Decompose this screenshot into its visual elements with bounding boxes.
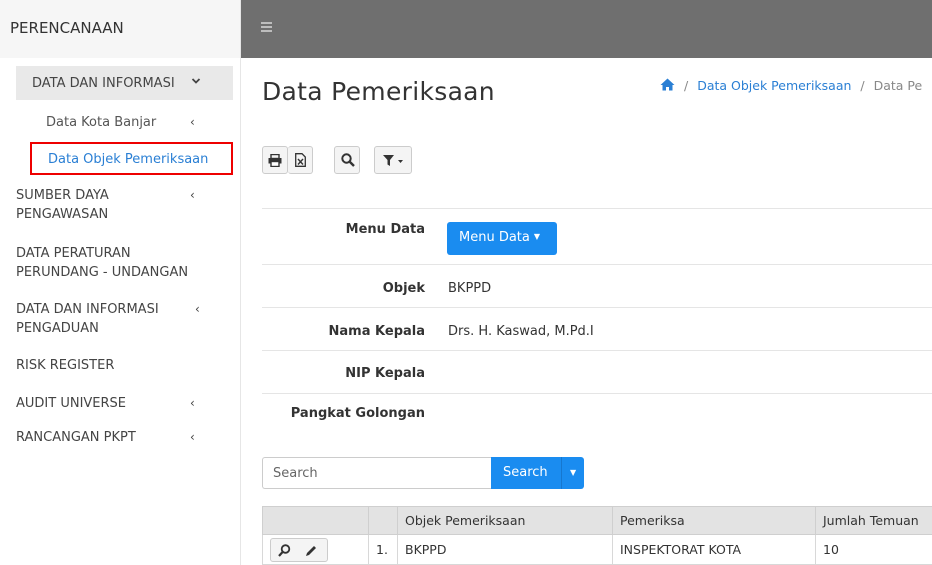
chevron-left-icon: ‹ bbox=[190, 430, 195, 444]
table-row: 1. BKPPD INSPEKTORAT KOTA 10 bbox=[262, 534, 932, 565]
sidebar-item-sumber-daya-pengawasan[interactable]: SUMBER DAYA PENGAWASAN ‹ bbox=[16, 186, 233, 224]
table-cell-pemeriksa: INSPEKTORAT KOTA bbox=[612, 534, 816, 565]
chevron-left-icon: ‹ bbox=[190, 188, 195, 202]
sidebar: PERENCANAAN DATA DAN INFORMASI Data Kota… bbox=[0, 0, 241, 565]
menu-data-button-label: Menu Data bbox=[459, 230, 530, 245]
chevron-left-icon: ‹ bbox=[195, 302, 200, 316]
export-excel-button[interactable] bbox=[288, 146, 313, 174]
sidebar-item-label: DATA DAN INFORMASI bbox=[32, 76, 175, 91]
row-action-buttons bbox=[270, 537, 328, 562]
sidebar-item-label: RANCANGAN PKPT bbox=[16, 430, 136, 445]
chevron-down-icon bbox=[191, 73, 201, 92]
sidebar-item-audit-universe[interactable]: AUDIT UNIVERSE ‹ bbox=[16, 394, 233, 413]
breadcrumb-separator: / bbox=[860, 78, 865, 93]
view-icon[interactable] bbox=[278, 543, 291, 557]
sidebar-brand: PERENCANAAN bbox=[0, 0, 240, 58]
table-header-row: Objek Pemeriksaan Pemeriksa Jumlah Temua… bbox=[262, 506, 932, 535]
table-cell-jumlah-temuan: 10 bbox=[815, 534, 932, 565]
sidebar-item-data-dan-informasi[interactable]: DATA DAN INFORMASI bbox=[16, 66, 233, 100]
sidebar-item-label: Data Objek Pemeriksaan bbox=[48, 152, 209, 167]
breadcrumb-separator: / bbox=[683, 78, 689, 93]
breadcrumb-current: Data Pe bbox=[873, 78, 923, 93]
page-title: Data Pemeriksaan bbox=[262, 77, 495, 106]
table-header-no bbox=[368, 506, 398, 535]
search-button[interactable]: Search bbox=[491, 457, 561, 489]
breadcrumb-link[interactable]: Data Objek Pemeriksaan bbox=[697, 78, 851, 93]
top-navbar bbox=[241, 0, 932, 58]
table-header-jumlah-temuan[interactable]: Jumlah Temuan bbox=[815, 506, 932, 535]
objek-label: Objek bbox=[382, 281, 425, 296]
excel-icon bbox=[295, 153, 306, 167]
menu-data-label: Menu Data bbox=[345, 222, 425, 237]
sidebar-item-label: DATA PERATURAN PERUNDANG - UNDANGAN bbox=[16, 246, 189, 280]
row-divider bbox=[262, 393, 932, 394]
sidebar-item-data-objek-pemeriksaan[interactable]: Data Objek Pemeriksaan bbox=[30, 142, 233, 175]
menu-data-button[interactable]: Menu Data ▼ bbox=[447, 222, 557, 255]
sidebar-item-label: Data Kota Banjar bbox=[46, 115, 157, 130]
caret-down-icon: ▼ bbox=[570, 468, 577, 477]
sidebar-item-label: RISK REGISTER bbox=[16, 358, 115, 373]
chevron-left-icon: ‹ bbox=[190, 396, 195, 410]
edit-icon[interactable] bbox=[305, 545, 317, 557]
row-divider bbox=[262, 264, 932, 265]
search-input[interactable] bbox=[262, 457, 491, 489]
table-cell-objek: BKPPD bbox=[397, 534, 613, 565]
sidebar-item-risk-register[interactable]: RISK REGISTER bbox=[16, 356, 233, 375]
sidebar-item-data-informasi-pengaduan[interactable]: DATA DAN INFORMASI PENGADUAN ‹ bbox=[16, 300, 233, 338]
caret-down-icon: ▼ bbox=[533, 232, 541, 241]
search-options-dropdown[interactable]: ▼ bbox=[561, 457, 584, 489]
table-cell-actions bbox=[262, 534, 369, 565]
table-header-actions bbox=[262, 506, 369, 535]
sidebar-item-label: DATA DAN INFORMASI PENGADUAN bbox=[16, 302, 159, 336]
print-button[interactable] bbox=[262, 146, 288, 174]
objek-value: BKPPD bbox=[448, 281, 492, 296]
table-cell-no: 1. bbox=[368, 534, 398, 565]
sidebar-item-data-kota-banjar[interactable]: Data Kota Banjar ‹ bbox=[16, 113, 233, 132]
filter-dropdown-button[interactable] bbox=[374, 146, 412, 174]
chevron-left-icon: ‹ bbox=[190, 115, 195, 129]
row-divider bbox=[262, 350, 932, 351]
filter-icon bbox=[383, 155, 403, 166]
print-icon bbox=[268, 154, 282, 167]
row-divider bbox=[262, 307, 932, 308]
sidebar-item-label: AUDIT UNIVERSE bbox=[16, 396, 127, 411]
sidebar-item-label: SUMBER DAYA PENGAWASAN bbox=[16, 188, 109, 222]
nama-kepala-label: Nama Kepala bbox=[328, 324, 425, 339]
breadcrumb: / Data Objek Pemeriksaan / Data Pe bbox=[660, 78, 922, 93]
nama-kepala-value: Drs. H. Kaswad, M.Pd.I bbox=[448, 324, 594, 339]
section-divider bbox=[262, 208, 932, 209]
sidebar-item-rancangan-pkpt[interactable]: RANCANGAN PKPT ‹ bbox=[16, 428, 233, 447]
pangkat-golongan-label: Pangkat Golongan bbox=[290, 406, 425, 421]
search-icon bbox=[341, 153, 355, 167]
sidebar-item-data-peraturan[interactable]: DATA PERATURAN PERUNDANG - UNDANGAN bbox=[16, 244, 233, 282]
hamburger-icon[interactable] bbox=[261, 22, 272, 32]
table-header-objek-pemeriksaan[interactable]: Objek Pemeriksaan bbox=[397, 506, 613, 535]
home-icon[interactable] bbox=[660, 78, 679, 93]
search-toggle-button[interactable] bbox=[334, 146, 360, 174]
nip-kepala-label: NIP Kepala bbox=[345, 366, 425, 381]
table-header-pemeriksa[interactable]: Pemeriksa bbox=[612, 506, 816, 535]
data-table: Objek Pemeriksaan Pemeriksa Jumlah Temua… bbox=[262, 506, 932, 565]
